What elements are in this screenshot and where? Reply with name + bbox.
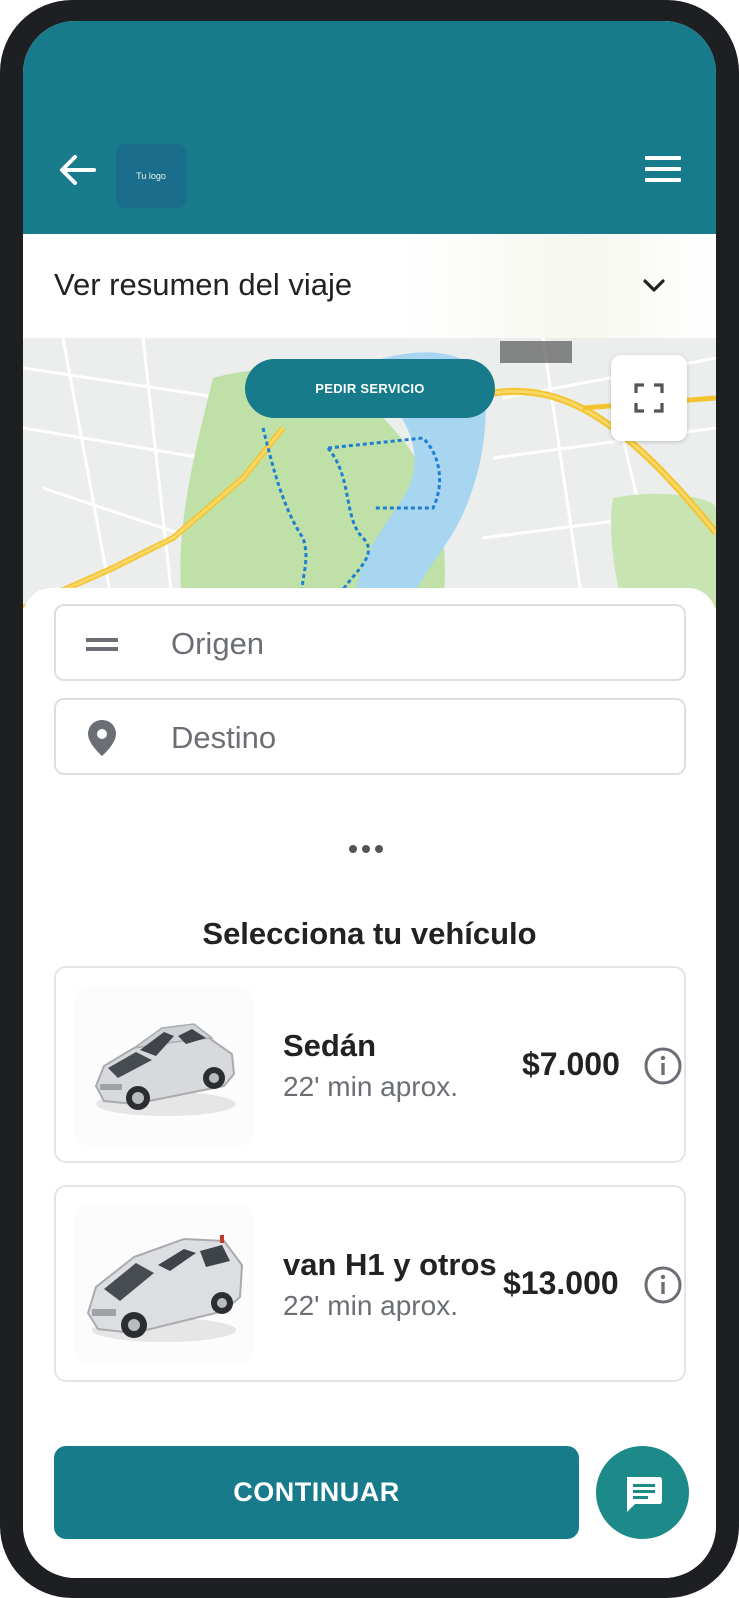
logo-text: Tu logo xyxy=(136,171,166,181)
vehicle-price: $13.000 xyxy=(503,1265,619,1301)
continue-label: CONTINUAR xyxy=(233,1477,400,1507)
vehicle-eta: 22' min aprox. xyxy=(283,1071,458,1102)
vehicle-section-title: Selecciona tu vehículo xyxy=(202,916,537,951)
continue-button[interactable]: CONTINUAR xyxy=(54,1446,579,1539)
trip-summary-label: Ver resumen del viaje xyxy=(54,267,353,302)
info-icon[interactable] xyxy=(643,1265,683,1305)
fullscreen-button[interactable] xyxy=(611,355,687,441)
vehicle-card-sedan[interactable]: Sedán 22' min aprox. $7.000 xyxy=(54,966,686,1163)
vehicle-eta: 22' min aprox. xyxy=(283,1290,458,1321)
more-dots-icon[interactable] xyxy=(348,843,384,855)
app-header: Tu logo xyxy=(23,21,716,234)
vehicle-name: Sedán xyxy=(283,1028,377,1063)
trip-summary-toggle[interactable]: Ver resumen del viaje xyxy=(23,234,716,338)
origin-field[interactable]: Origen xyxy=(54,604,686,681)
info-icon[interactable] xyxy=(643,1046,683,1086)
chat-button[interactable] xyxy=(596,1446,689,1539)
request-service-button[interactable]: PEDIR SERVICIO xyxy=(245,359,495,418)
app-logo: Tu logo xyxy=(116,144,186,208)
back-arrow-icon[interactable] xyxy=(56,149,98,191)
sedan-image xyxy=(74,986,254,1146)
van-image xyxy=(74,1205,254,1365)
hamburger-menu-icon[interactable] xyxy=(645,154,681,184)
destination-placeholder: Destino xyxy=(171,720,277,755)
origin-placeholder: Origen xyxy=(171,626,265,661)
vehicle-card-van[interactable]: van H1 y otros 22' min aprox. $13.000 xyxy=(54,1185,686,1382)
app-screen: Tu logo Ver resumen del viaje PEDIR SERV… xyxy=(23,21,716,1578)
drag-handle-icon xyxy=(86,638,118,651)
fullscreen-icon xyxy=(634,383,664,413)
vehicle-price: $7.000 xyxy=(522,1046,620,1082)
request-service-label: PEDIR SERVICIO xyxy=(315,381,425,396)
destination-field[interactable]: Destino xyxy=(54,698,686,775)
chevron-down-icon xyxy=(643,279,665,292)
vehicle-name: van H1 y otros xyxy=(283,1247,497,1282)
location-pin-icon xyxy=(88,720,116,756)
chat-icon xyxy=(626,1476,662,1512)
